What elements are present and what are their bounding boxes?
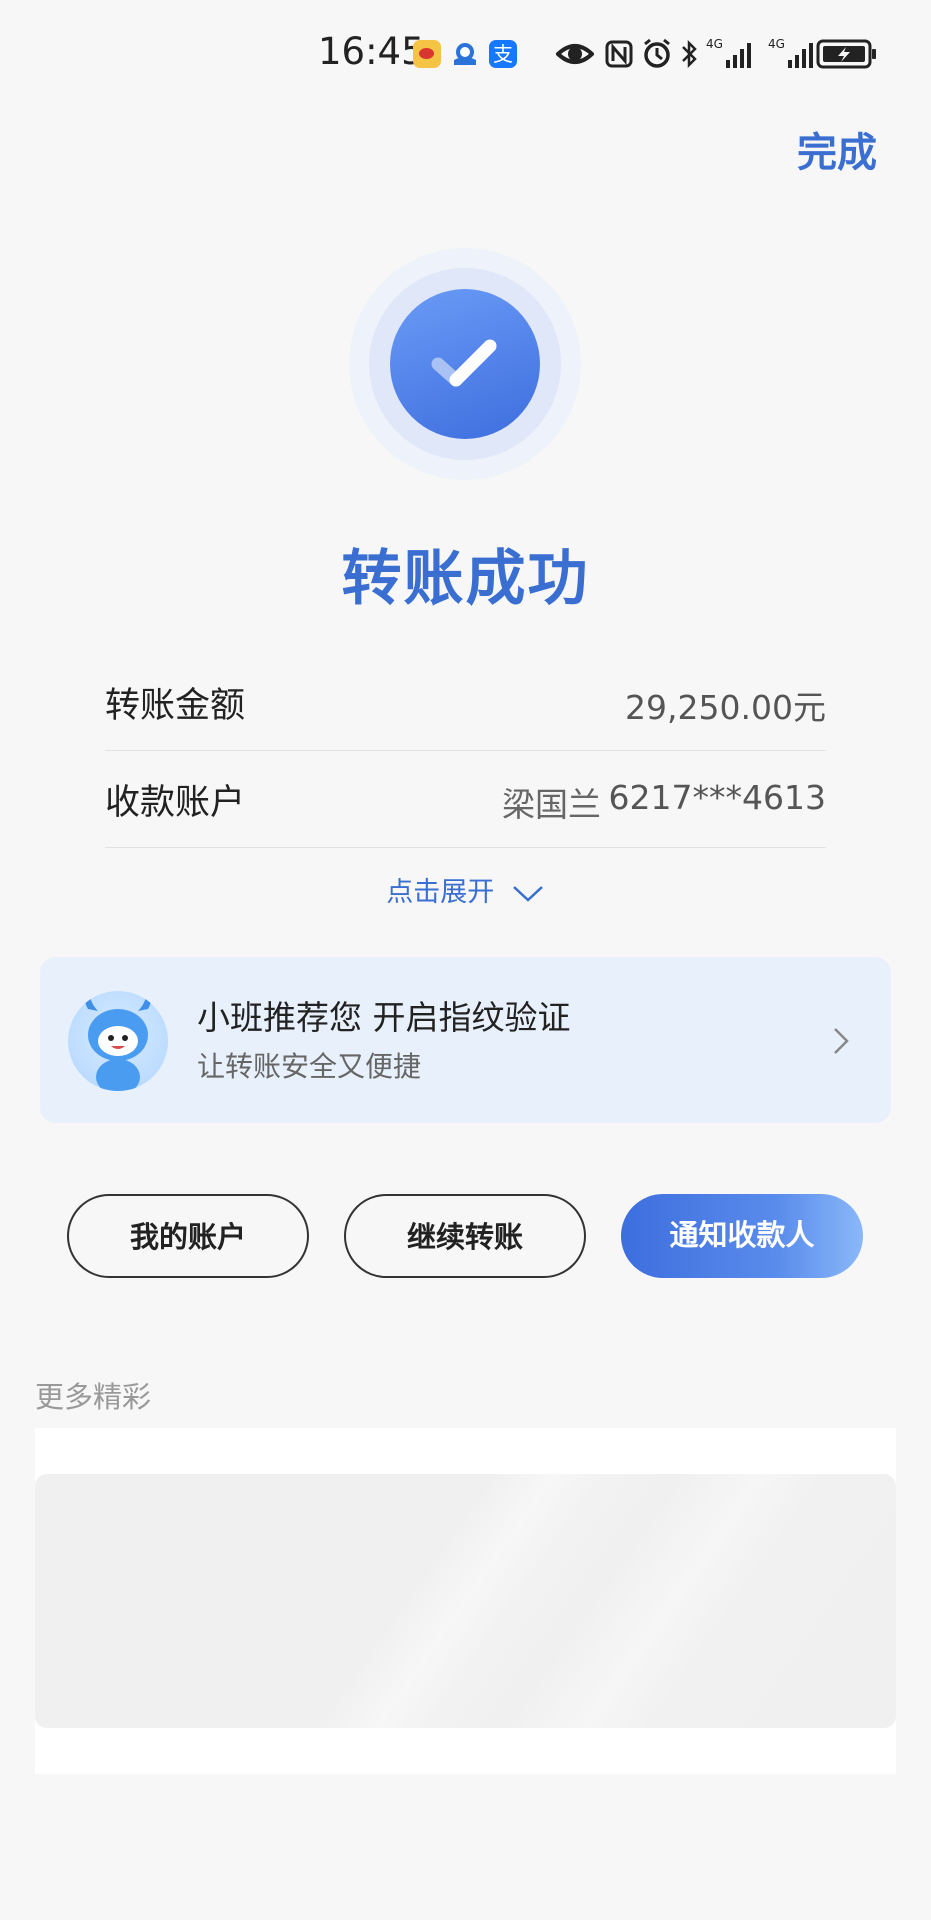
signal-4g-icon: 4G <box>706 37 751 68</box>
chevron-down-icon <box>512 885 543 902</box>
more-section-title: 更多精彩 <box>35 1380 152 1414</box>
page-title: 转账成功 <box>341 544 590 614</box>
weibo-icon <box>413 40 441 68</box>
amount-label: 转账金额 <box>105 686 246 726</box>
done-button[interactable]: 完成 <box>797 120 877 178</box>
more-section-panel <box>35 1428 896 1774</box>
alipay-icon: 支 <box>489 40 517 68</box>
amount-value: 29,250.00元 <box>625 688 826 727</box>
chevron-right-icon <box>834 1028 849 1054</box>
svg-text:4G: 4G <box>706 37 723 51</box>
banner-placeholder[interactable] <box>35 1474 896 1728</box>
eye-icon <box>556 44 594 64</box>
payee-name: 梁国兰 <box>502 785 601 824</box>
payee-account-row: 收款账户 梁国兰 6217***4613 <box>105 752 826 848</box>
promo-subtitle: 让转账安全又便捷 <box>197 1050 422 1083</box>
alarm-icon <box>644 38 670 68</box>
nfc-icon <box>605 40 633 68</box>
check-icon <box>431 339 497 387</box>
mascot-icon <box>85 997 151 1091</box>
mascot-avatar <box>68 991 168 1091</box>
svg-text:4G: 4G <box>768 37 785 51</box>
continue-transfer-button[interactable]: 继续转账 <box>344 1194 586 1278</box>
payee-account-number: 6217***4613 <box>608 778 826 817</box>
transfer-success-page: 16:45 支 4G 4G 完成 转账成功 转账金额 29,250.00元 收款… <box>0 0 931 1920</box>
payee-account-label: 收款账户 <box>105 783 246 823</box>
my-account-button[interactable]: 我的账户 <box>67 1194 309 1278</box>
notify-payee-button[interactable]: 通知收款人 <box>621 1194 863 1278</box>
battery-charging-icon <box>816 39 876 69</box>
expand-details-link[interactable]: 点击展开 <box>0 870 931 909</box>
promo-title: 小班推荐您 开启指纹验证 <box>197 998 571 1037</box>
status-bar: 16:45 支 4G 4G <box>0 0 931 110</box>
cloud-app-icon <box>451 40 479 68</box>
fingerprint-promo-card[interactable]: 小班推荐您 开启指纹验证 让转账安全又便捷 <box>40 957 891 1123</box>
amount-row: 转账金额 29,250.00元 <box>105 655 826 751</box>
expand-label: 点击展开 <box>386 877 495 908</box>
status-time: 16:45 <box>318 30 425 73</box>
bluetooth-icon <box>682 39 697 69</box>
